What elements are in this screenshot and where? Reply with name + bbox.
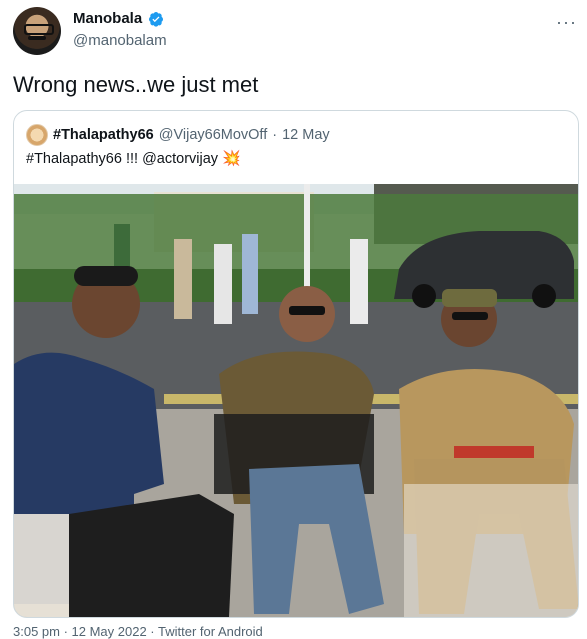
author-avatar[interactable] <box>13 7 61 55</box>
tweet-timestamp[interactable]: 3:05 pm · 12 May 2022 · Twitter for Andr… <box>13 624 263 639</box>
author-display-name[interactable]: Manobala <box>73 10 142 27</box>
photo-man-right-sunglasses <box>452 312 488 320</box>
photo-man-right-cap <box>442 289 497 307</box>
quoted-tweet-text: #Thalapathy66 !!! @actorvijay 💥 <box>26 149 241 167</box>
photo-man-center-sunglasses <box>289 306 325 315</box>
author-name-row: Manobala <box>73 10 164 27</box>
author-handle[interactable]: @manobalam <box>73 32 167 49</box>
photo-man-left-hair <box>74 266 138 286</box>
quoted-tweet-header: #Thalapathy66 @Vijay66MovOff · 12 May <box>26 124 330 146</box>
tweet-text: Wrong news..we just met <box>13 72 259 97</box>
quoted-author-name[interactable]: #Thalapathy66 <box>53 127 154 143</box>
quoted-tweet-card[interactable]: #Thalapathy66 @Vijay66MovOff · 12 May #T… <box>13 110 579 618</box>
quoted-author-handle[interactable]: @Vijay66MovOff <box>159 127 267 143</box>
photo-car-wheel-front <box>412 284 436 308</box>
verified-badge-icon <box>149 11 164 27</box>
quoted-date[interactable]: 12 May <box>282 127 330 143</box>
photo-man-left-legs <box>69 494 234 617</box>
collision-emoji-icon: 💥 <box>222 150 241 167</box>
photo-bystander-5 <box>350 239 368 324</box>
quoted-text-body: #Thalapathy66 !!! @actorvijay <box>26 151 219 167</box>
quoted-separator: · <box>272 127 278 143</box>
photo-bystander-4 <box>242 234 258 314</box>
photo-bystander-3 <box>214 244 232 324</box>
avatar-glasses <box>24 24 54 35</box>
photo-chair-right <box>404 484 578 617</box>
avatar-mustache <box>28 36 46 40</box>
photo-man-right-belt <box>454 446 534 458</box>
photo-car-wheel-back <box>532 284 556 308</box>
photo-bystander-2 <box>174 239 192 319</box>
more-options-icon[interactable]: ··· <box>556 12 577 33</box>
quoted-author-avatar[interactable] <box>26 124 48 146</box>
quoted-tweet-photo[interactable] <box>14 184 578 617</box>
